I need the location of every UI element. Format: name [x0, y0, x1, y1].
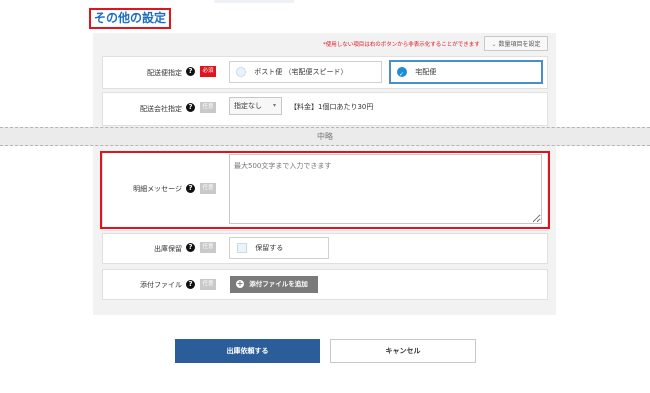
carrier-fee-note: 【料金】1個口あたり30円: [290, 103, 374, 111]
omitted-label: 中略: [317, 132, 333, 141]
section-title: その他の設定: [89, 8, 172, 29]
hold-label: 出庫保留: [154, 245, 182, 253]
delivery-option-takuhai-label: 宅配便: [415, 68, 437, 76]
omitted-divider: 中略: [0, 127, 650, 146]
hold-checkbox-option[interactable]: 保留する: [229, 237, 329, 259]
plus-icon: +: [236, 279, 244, 288]
item-settings-label: 数量項目を設定: [498, 41, 541, 48]
caret-down-icon: ▾: [272, 102, 276, 109]
hold-checkbox-label: 保留する: [255, 244, 284, 252]
checkbox-icon[interactable]: [237, 243, 247, 253]
required-badge: 必須: [200, 66, 216, 77]
optional-badge: 任意: [200, 242, 216, 253]
check-icon: ✓: [399, 71, 405, 78]
item-settings-button[interactable]: ⌄ 数量項目を設定: [484, 36, 548, 51]
radio-selected-icon: ✓: [397, 67, 407, 78]
carrier-select-value: 指定なし: [234, 102, 262, 110]
help-icon[interactable]: ?: [186, 103, 195, 112]
help-icon[interactable]: ?: [186, 243, 195, 252]
optional-badge: 任意: [200, 279, 216, 290]
delivery-option-takuhai[interactable]: ✓ 宅配便: [389, 60, 543, 84]
submit-shipment-button[interactable]: 出庫依頼する: [175, 339, 320, 363]
carrier-label: 配送会社指定: [140, 105, 182, 113]
attachment-label: 添付ファイル: [140, 281, 182, 289]
delivery-method-label: 配送便指定: [147, 69, 182, 77]
hide-items-note: *使用しない項目は右のボタンから非表示化することができます: [323, 42, 480, 48]
delivery-option-post-label: ポスト便 （宅配便スピード）: [254, 68, 348, 76]
message-highlight-frame: [100, 151, 550, 229]
help-icon[interactable]: ?: [186, 280, 195, 289]
delivery-option-post[interactable]: ポスト便 （宅配便スピード）: [229, 61, 382, 83]
help-icon[interactable]: ?: [186, 67, 195, 76]
cancel-button[interactable]: キャンセル: [330, 339, 476, 363]
radio-unselected-icon: [236, 67, 246, 77]
add-attachment-button[interactable]: + 添付ファイルを追加: [230, 276, 318, 293]
carrier-select[interactable]: 指定なし ▾: [229, 97, 282, 115]
add-attachment-label: 添付ファイルを追加: [249, 280, 308, 288]
optional-badge: 任意: [200, 102, 216, 113]
top-tab-indicator: [214, 0, 294, 3]
chevron-down-icon: ⌄: [491, 41, 497, 48]
